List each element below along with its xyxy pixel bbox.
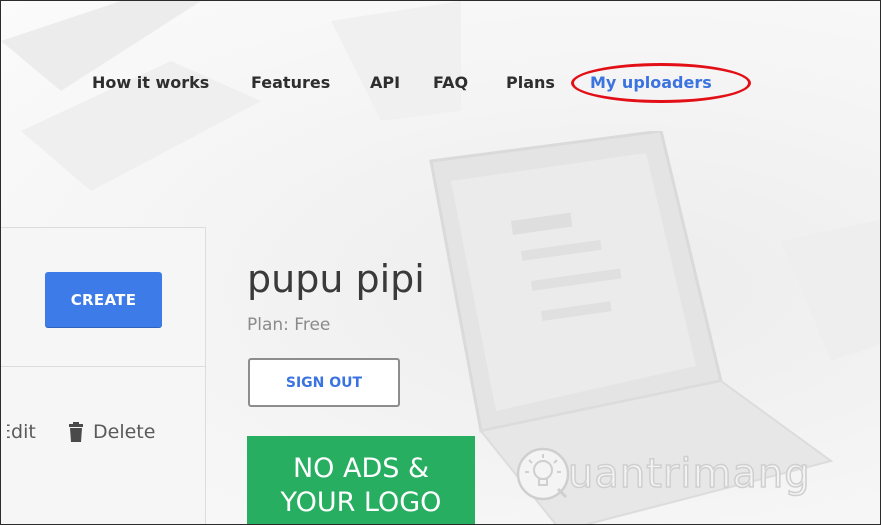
promo-banner[interactable]: NO ADS & YOUR LOGO (247, 436, 475, 524)
user-name: pupu pipi (247, 257, 425, 301)
promo-line-1: NO ADS & (292, 453, 430, 484)
panel-divider (1, 366, 206, 367)
lightbulb-logo-icon (516, 447, 570, 501)
delete-label: Delete (93, 421, 156, 443)
watermark-text: uantrimang (567, 450, 811, 498)
nav-faq[interactable]: FAQ (433, 71, 468, 95)
top-navigation: How it works Features API FAQ Plans My u… (1, 71, 880, 95)
nav-how-it-works[interactable]: How it works (92, 71, 209, 95)
background-papers (1, 1, 461, 191)
nav-api[interactable]: API (370, 71, 400, 95)
plan-label: Plan: Free (247, 315, 331, 335)
watermark: uantrimang (514, 441, 811, 507)
page-frame: How it works Features API FAQ Plans My u… (0, 0, 881, 525)
delete-link[interactable]: Delete (68, 421, 155, 443)
sign-out-button[interactable]: SIGN OUT (248, 358, 400, 407)
nav-features[interactable]: Features (251, 71, 330, 95)
create-button[interactable]: CREATE (45, 272, 162, 327)
promo-line-2: YOUR LOGO (280, 487, 442, 518)
trash-icon (69, 422, 83, 442)
nav-plans[interactable]: Plans (506, 71, 555, 95)
nav-my-uploaders[interactable]: My uploaders (590, 71, 712, 95)
